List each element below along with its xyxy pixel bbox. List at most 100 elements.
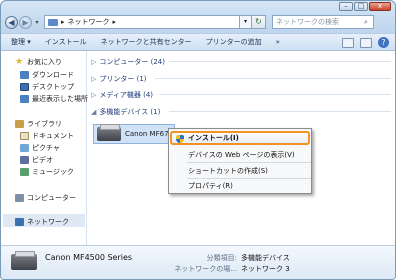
sidebar-item-desktop[interactable]: デスクトップ — [20, 82, 74, 92]
sidebar-item-label: デスクトップ — [32, 83, 74, 91]
menu-item-label: プロパティ(R) — [188, 182, 233, 190]
navigation-pane: ★ お気に入り ダウンロード デスクトップ 最近表示した場所 ライブラリ ドキュ… — [1, 51, 88, 245]
chevron-right-icon: ▷ — [91, 58, 97, 66]
device-item-canon[interactable]: Canon MF670 — [93, 124, 175, 144]
sidebar-item-libraries[interactable]: ライブラリ — [15, 119, 62, 129]
search-icon[interactable]: ⌕ — [359, 18, 373, 27]
category-label: 分類項目: — [206, 254, 237, 262]
view-controls: ? — [342, 37, 389, 48]
location-label: ネットワークの場... — [174, 265, 237, 273]
sidebar-item-label: ダウンロード — [32, 71, 74, 79]
install-button[interactable]: インストール — [45, 37, 87, 47]
device-name: Canon MF4500 Series — [45, 253, 133, 262]
menu-separator — [187, 162, 311, 163]
sidebar-item-downloads[interactable]: ダウンロード — [20, 70, 74, 80]
title-bar: – □ x — [1, 1, 395, 11]
menu-item-view-device-webpage[interactable]: デバイスの Web ページの表示(V) — [170, 148, 310, 162]
download-folder-icon — [20, 71, 29, 79]
sidebar-item-videos[interactable]: ビデオ — [20, 155, 53, 165]
maximize-button[interactable]: □ — [354, 2, 368, 11]
menu-item-properties[interactable]: プロパティ(R) — [170, 179, 310, 193]
printer-icon — [97, 124, 121, 141]
sidebar-item-recent-places[interactable]: 最近表示した場所 — [20, 94, 88, 104]
printer-icon — [11, 251, 37, 270]
sidebar-item-label: ピクチャ — [32, 144, 60, 152]
sidebar-item-label: お気に入り — [27, 58, 62, 66]
group-media-devices[interactable]: ▷ メディア機器 (4) — [91, 90, 153, 100]
menu-item-label: デバイスの Web ページの表示(V) — [188, 151, 295, 159]
search-input[interactable]: ネットワークの検索 ⌕ — [272, 15, 374, 29]
desktop-icon — [20, 83, 29, 91]
details-pane: Canon MF4500 Series 分類項目: 多機能デバイス ネットワーク… — [1, 245, 395, 279]
sidebar-item-pictures[interactable]: ピクチャ — [20, 143, 60, 153]
sidebar-item-network[interactable]: ネットワーク — [15, 217, 69, 227]
computer-icon — [15, 194, 24, 202]
group-printers[interactable]: ▷ プリンター (1) — [91, 74, 147, 84]
group-label: コンピューター (24) — [99, 58, 165, 66]
command-bar: 整理 ▾ インストール ネットワークと共有センター プリンターの追加 » ? — [1, 33, 395, 51]
help-icon[interactable]: ? — [378, 37, 389, 48]
chevron-down-icon: ◢ — [91, 108, 97, 116]
network-folder-icon — [48, 18, 58, 26]
group-divider — [169, 111, 391, 112]
address-row: ◀ ▶ ▾ ▸ ネットワーク ▸ ▾ ↻ ネットワークの検索 ⌕ — [5, 13, 393, 31]
sidebar-item-label: ミュージック — [32, 168, 74, 176]
menu-item-label: インストール(I) — [188, 134, 239, 142]
sidebar-item-label: ドキュメント — [32, 132, 74, 140]
sidebar-item-documents[interactable]: ドキュメント — [20, 131, 74, 141]
sidebar-item-label: 最近表示した場所 — [32, 95, 88, 103]
address-bar[interactable]: ▸ ネットワーク ▸ — [44, 15, 240, 29]
more-commands-button[interactable]: » — [276, 38, 280, 46]
group-computers[interactable]: ▷ コンピューター (24) — [91, 57, 165, 67]
documents-icon — [20, 132, 29, 140]
group-label: 多機能デバイス (1) — [99, 108, 161, 116]
view-options-icon[interactable] — [342, 37, 354, 48]
chevron-right-icon: ▷ — [91, 75, 97, 83]
address-dropdown[interactable]: ▾ — [240, 15, 252, 29]
device-name: Canon MF670 — [125, 130, 173, 138]
preview-pane-icon[interactable] — [360, 37, 372, 48]
minimize-button[interactable]: – — [339, 2, 353, 11]
sidebar-item-label: コンピューター — [27, 194, 76, 202]
sidebar-item-favorites[interactable]: ★ お気に入り — [15, 57, 62, 67]
breadcrumb-arrow[interactable]: ▸ — [113, 18, 117, 26]
group-label: メディア機器 (4) — [99, 91, 154, 99]
network-icon — [15, 218, 24, 226]
search-placeholder: ネットワークの検索 — [276, 18, 339, 26]
group-divider — [155, 78, 391, 79]
window-controls: – □ x — [339, 2, 391, 11]
sidebar-item-computer[interactable]: コンピューター — [15, 193, 76, 203]
organize-menu[interactable]: 整理 ▾ — [11, 37, 31, 47]
add-printer-button[interactable]: プリンターの追加 — [206, 37, 262, 47]
forward-button[interactable]: ▶ — [19, 15, 32, 29]
recent-places-icon — [20, 95, 29, 103]
network-sharing-center-button[interactable]: ネットワークと共有センター — [101, 37, 192, 47]
uac-shield-icon — [176, 135, 184, 143]
menu-item-create-shortcut[interactable]: ショートカットの作成(S) — [170, 164, 310, 178]
library-icon — [15, 120, 24, 128]
explorer-window: – □ x ◀ ▶ ▾ ▸ ネットワーク ▸ ▾ ↻ ネットワークの検索 ⌕ 整… — [0, 0, 396, 280]
group-multifunction-devices[interactable]: ◢ 多機能デバイス (1) — [91, 107, 160, 117]
breadcrumb-separator[interactable]: ▸ — [61, 18, 65, 26]
sidebar-item-music[interactable]: ミュージック — [20, 167, 74, 177]
history-dropdown[interactable]: ▾ — [33, 19, 41, 26]
breadcrumb-network[interactable]: ネットワーク — [68, 17, 110, 27]
sidebar-item-label: ネットワーク — [27, 218, 69, 226]
close-button[interactable]: x — [369, 2, 391, 11]
group-divider — [159, 94, 391, 95]
refresh-button[interactable]: ↻ — [252, 15, 266, 29]
location-value: ネットワーク 3 — [241, 265, 290, 273]
back-button[interactable]: ◀ — [5, 15, 18, 29]
star-icon: ★ — [15, 57, 24, 67]
category-value: 多機能デバイス — [241, 254, 290, 262]
group-divider — [169, 61, 391, 62]
sidebar-item-label: ライブラリ — [27, 120, 62, 128]
videos-icon — [20, 156, 29, 164]
group-label: プリンター (1) — [99, 75, 147, 83]
chevron-right-icon: ▷ — [91, 91, 97, 99]
music-icon — [20, 168, 29, 176]
menu-item-install[interactable]: インストール(I) — [170, 131, 310, 145]
sidebar-item-label: ビデオ — [32, 156, 53, 164]
context-menu: インストール(I) デバイスの Web ページの表示(V) ショートカットの作成… — [168, 128, 312, 194]
menu-item-label: ショートカットの作成(S) — [188, 167, 268, 175]
